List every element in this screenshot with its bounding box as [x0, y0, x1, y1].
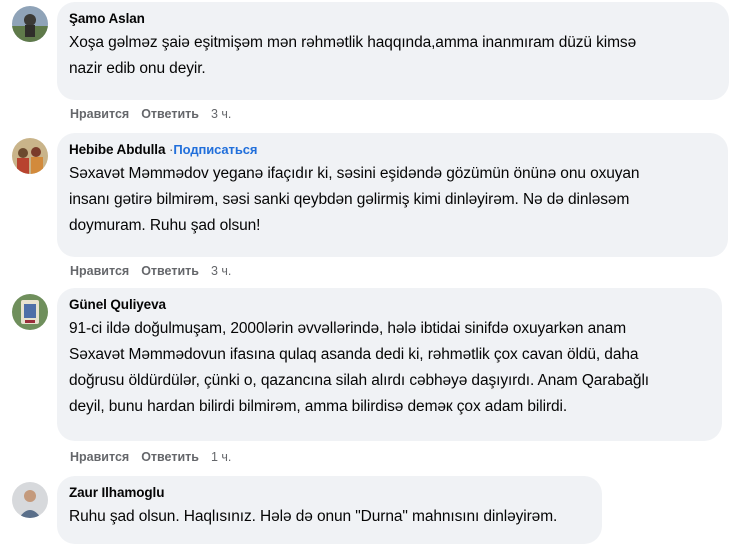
reply-button[interactable]: Ответить: [141, 450, 199, 464]
comment-actions: Нравится Ответить 3 ч.: [70, 106, 243, 122]
like-button[interactable]: Нравится: [70, 107, 129, 121]
comment-line: doğrusu öldürdülər, çünki o, qazancına s…: [69, 372, 649, 389]
comment-bubble: Günel Quliyeva 91-ci ildə doğulmuşam, 20…: [57, 288, 722, 441]
comment-actions: Нравится Ответить 1 ч.: [70, 449, 243, 465]
reply-button[interactable]: Ответить: [141, 107, 199, 121]
author-name[interactable]: Hebibe Abdulla: [69, 142, 165, 157]
comment-line: Xoşa gəlməz şaiə eşitmişəm mən rəhmətlik…: [69, 34, 637, 51]
like-button[interactable]: Нравится: [70, 450, 129, 464]
author-name[interactable]: Şamo Aslan: [69, 10, 717, 28]
comment-line: Səxavət Məmmədovun ifasına qulaq asanda …: [69, 346, 639, 363]
comment-line: Ruhu şad olsun. Haqlısınız. Hələ də onun…: [69, 508, 558, 525]
comment-line: nazir edib onu deyir.: [69, 60, 206, 77]
avatar[interactable]: [12, 294, 48, 330]
timestamp[interactable]: 1 ч.: [211, 450, 231, 464]
author-line: Hebibe Abdulla ·Подписаться: [69, 141, 716, 159]
avatar[interactable]: [12, 138, 48, 174]
comment-bubble: Hebibe Abdulla ·Подписаться Səxavət Məmm…: [57, 133, 728, 257]
comment-bubble: Şamo Aslan Xoşa gəlməz şaiə eşitmişəm mə…: [57, 2, 729, 100]
reply-button[interactable]: Ответить: [141, 264, 199, 278]
timestamp[interactable]: 3 ч.: [211, 107, 231, 121]
comment-line: doymuram. Ruhu şad olsun!: [69, 217, 261, 234]
author-name[interactable]: Zaur Ilhamoglu: [69, 484, 590, 502]
comment-text: 91-ci ildə doğulmuşam, 2000lərin əvvəllə…: [69, 316, 710, 420]
comment-line: deyil, bunu hardan bilirdi bilmirəm, amm…: [69, 398, 568, 415]
comment-text: Xoşa gəlməz şaiə eşitmişəm mən rəhmətlik…: [69, 30, 717, 82]
avatar[interactable]: [12, 6, 48, 42]
like-button[interactable]: Нравится: [70, 264, 129, 278]
comment-bubble: Zaur Ilhamoglu Ruhu şad olsun. Haqlısını…: [57, 476, 602, 544]
comment-line: insanı gətirə bilmirəm, səsi sanki qeybd…: [69, 191, 630, 208]
comment-line: Səxavət Məmmədov yeganə ifaçıdır ki, səs…: [69, 165, 640, 182]
comment-text: Səxavət Məmmədov yeganə ifaçıdır ki, səs…: [69, 161, 716, 239]
author-name[interactable]: Günel Quliyeva: [69, 296, 710, 314]
avatar[interactable]: [12, 482, 48, 518]
comment-actions: Нравится Ответить 3 ч.: [70, 263, 243, 279]
comment-text: Ruhu şad olsun. Haqlısınız. Hələ də onun…: [69, 504, 590, 530]
follow-button[interactable]: Подписаться: [173, 142, 257, 157]
timestamp[interactable]: 3 ч.: [211, 264, 231, 278]
comment-line: 91-ci ildə doğulmuşam, 2000lərin əvvəllə…: [69, 320, 627, 337]
